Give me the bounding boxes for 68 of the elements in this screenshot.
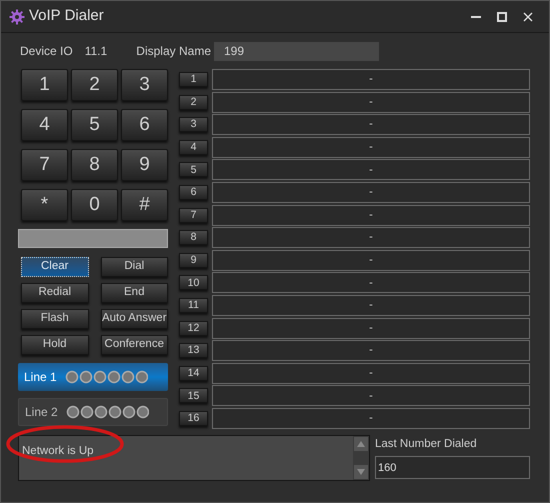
- scroll-down-icon[interactable]: [354, 464, 368, 479]
- keypad-key[interactable]: 7: [21, 149, 68, 181]
- speed-dial-button[interactable]: 6: [179, 184, 208, 200]
- speed-dial-button[interactable]: 5: [179, 162, 208, 178]
- keypad-key[interactable]: 0: [71, 189, 118, 221]
- speed-dial-field[interactable]: -: [212, 362, 530, 384]
- speed-dial-button[interactable]: 15: [179, 388, 208, 404]
- speed-dial-button[interactable]: 12: [179, 320, 208, 336]
- last-number-field[interactable]: 160: [375, 456, 530, 480]
- keypad-key[interactable]: 6: [121, 109, 168, 141]
- speed-dial-field[interactable]: -: [212, 272, 530, 294]
- dial-field[interactable]: [18, 229, 168, 248]
- speed-dial-field[interactable]: -: [212, 385, 530, 406]
- display-name-field[interactable]: 199: [214, 42, 379, 60]
- speed-dial-button[interactable]: 7: [179, 208, 208, 223]
- speed-dial-button[interactable]: 1: [179, 72, 208, 87]
- function-button[interactable]: Clear: [21, 257, 88, 277]
- speed-dial-button[interactable]: 9: [179, 252, 208, 268]
- speed-dial-field[interactable]: -: [212, 69, 530, 90]
- device-value: 11.1: [84, 43, 108, 60]
- function-button[interactable]: Dial: [100, 257, 168, 277]
- device-label: Device IO: [20, 43, 73, 60]
- function-button[interactable]: Auto Answer: [100, 309, 168, 329]
- speed-dial-button[interactable]: 13: [179, 343, 208, 358]
- keypad-key[interactable]: 1: [21, 69, 68, 101]
- function-button[interactable]: Conference: [100, 335, 168, 355]
- speed-dial-field[interactable]: -: [212, 294, 530, 316]
- keypad-key[interactable]: 4: [21, 109, 68, 141]
- maximize-icon[interactable]: [497, 12, 507, 22]
- speed-dial-field[interactable]: -: [212, 250, 530, 271]
- function-button[interactable]: Flash: [21, 309, 88, 329]
- last-number-label: Last Number Dialed: [375, 436, 478, 452]
- speed-dial-field[interactable]: -: [212, 92, 530, 113]
- speed-dial-button[interactable]: 3: [179, 117, 208, 132]
- line-button[interactable]: Line 1: [18, 363, 168, 391]
- function-button[interactable]: End: [100, 283, 168, 303]
- speed-dial-field[interactable]: -: [212, 114, 530, 136]
- speed-dial-button[interactable]: 16: [179, 410, 208, 426]
- speed-dial-button[interactable]: 10: [179, 275, 208, 290]
- status-text: Network is Up: [22, 444, 94, 457]
- speed-dial-button[interactable]: 11: [179, 298, 208, 313]
- function-button[interactable]: Redial: [21, 283, 88, 303]
- speed-dial-field[interactable]: -: [212, 182, 530, 203]
- keypad-key[interactable]: 9: [121, 149, 168, 181]
- speed-dial-field[interactable]: -: [212, 204, 530, 226]
- speed-dial-field[interactable]: -: [212, 318, 530, 339]
- speed-dial-button[interactable]: 4: [179, 140, 208, 155]
- speed-dial-field[interactable]: -: [212, 227, 530, 248]
- speed-dial-field[interactable]: -: [212, 159, 530, 180]
- speed-dial-field[interactable]: -: [212, 340, 530, 362]
- speed-dial-field[interactable]: -: [212, 136, 530, 158]
- keypad-key[interactable]: 3: [121, 69, 168, 101]
- window-title: VoIP Dialer: [29, 6, 104, 26]
- speed-dial-field[interactable]: -: [212, 408, 530, 429]
- keypad-key[interactable]: 8: [71, 149, 118, 181]
- keypad-key[interactable]: *: [21, 189, 68, 221]
- close-icon[interactable]: [523, 12, 533, 22]
- keypad-key[interactable]: #: [121, 189, 168, 221]
- display-name-label: Display Name: [136, 43, 211, 60]
- gear-icon: [9, 8, 25, 24]
- line-button[interactable]: Line 2: [18, 398, 168, 426]
- speed-dial-button[interactable]: 8: [179, 230, 208, 246]
- keypad-key[interactable]: 2: [71, 69, 118, 101]
- function-button[interactable]: Hold: [21, 335, 88, 355]
- speed-dial-button[interactable]: 2: [179, 94, 208, 110]
- speed-dial-button[interactable]: 14: [179, 366, 208, 381]
- scroll-up-icon[interactable]: [354, 436, 368, 451]
- keypad-key[interactable]: 5: [71, 109, 118, 141]
